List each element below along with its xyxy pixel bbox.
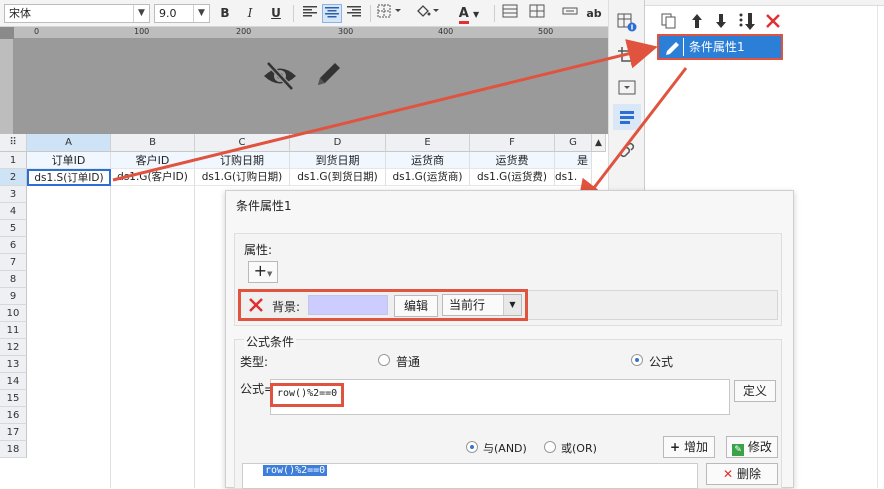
radio-and-label: 与(AND): [483, 442, 527, 455]
plus-icon: +: [670, 440, 681, 454]
add-condition-button[interactable]: + 增加: [663, 436, 715, 458]
radio-normal-label: 普通: [396, 355, 421, 369]
highlight-box: [238, 289, 528, 321]
properties-label: 属性:: [244, 243, 273, 257]
define-button[interactable]: 定义: [734, 380, 776, 402]
dialog-title: 条件属性1: [236, 199, 292, 213]
condition-list[interactable]: row()%2==0: [242, 463, 698, 489]
condition-attribute-dialog: 条件属性1 属性: +▼ 背景: 编辑 当前行 ▼ 公式条件 类型: 普通 公式…: [225, 190, 794, 489]
radio-or[interactable]: [544, 441, 556, 453]
close-icon: ✕: [723, 467, 734, 481]
formula-label: 公式=: [240, 382, 275, 396]
modify-condition-button[interactable]: ✎ 修改: [726, 436, 778, 458]
radio-normal[interactable]: [378, 354, 390, 366]
highlight-box: [270, 383, 344, 407]
delete-condition-button[interactable]: ✕ 删除: [706, 463, 778, 485]
formula-condition-label: 公式条件: [244, 333, 297, 350]
add-property-button[interactable]: +▼: [248, 261, 278, 283]
radio-and[interactable]: [466, 441, 478, 453]
add-condition-label: 增加: [683, 440, 708, 454]
radio-formula-label: 公式: [649, 355, 674, 369]
type-label: 类型:: [240, 355, 269, 369]
radio-or-label: 或(OR): [561, 442, 597, 455]
plus-icon: +: [253, 261, 267, 280]
radio-formula[interactable]: [631, 354, 643, 366]
chevron-down-icon: ▼: [267, 270, 273, 278]
delete-condition-label: 删除: [736, 467, 761, 481]
modify-icon: ✎: [732, 444, 745, 456]
modify-condition-label: 修改: [747, 440, 772, 454]
condition-list-entry[interactable]: row()%2==0: [263, 465, 328, 476]
